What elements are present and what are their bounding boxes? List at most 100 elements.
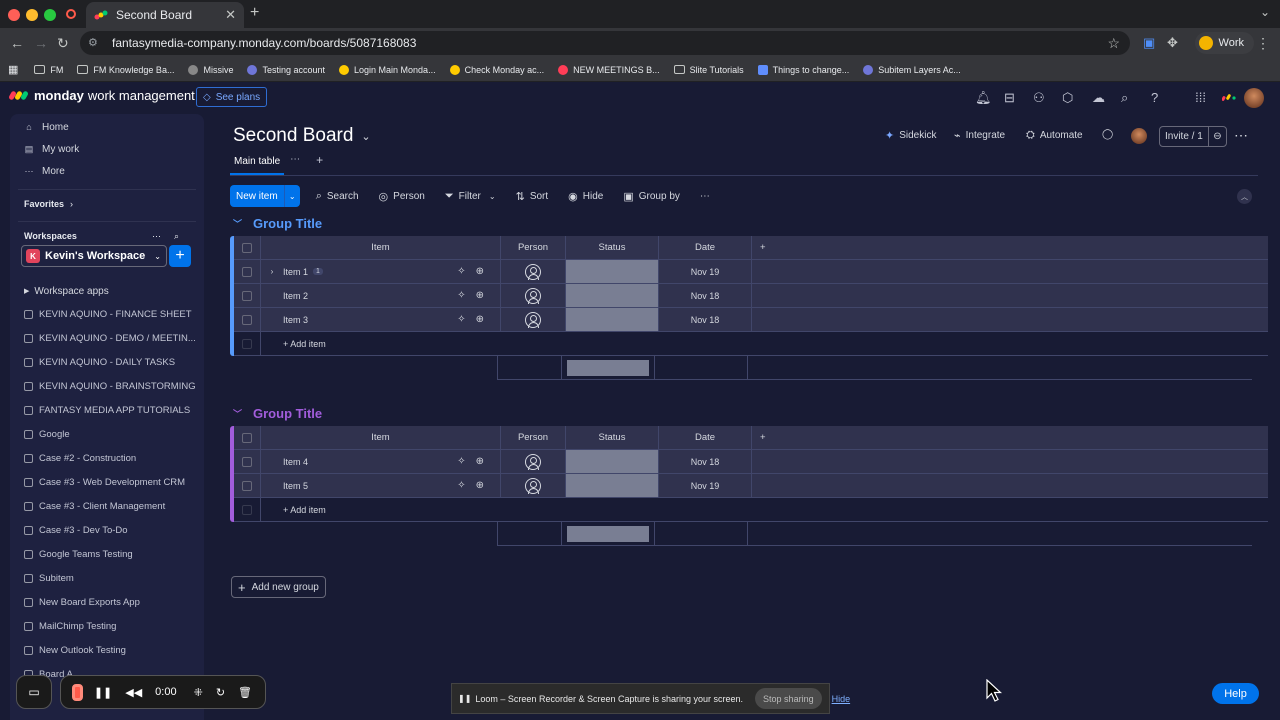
sidebar-board-item[interactable]: FANTASY MEDIA APP TUTORIALS [10, 398, 204, 422]
row-checkbox[interactable] [234, 260, 261, 284]
item-cell[interactable]: Item 2 ✧ ⊕ [261, 284, 501, 308]
apps-grid-icon[interactable]: ▦ [8, 63, 18, 76]
bookmark-item[interactable]: Missive [188, 64, 233, 75]
integrate-button[interactable]: ⌁ Integrate [954, 129, 1005, 142]
status-cell[interactable] [566, 450, 659, 474]
extension-icon[interactable]: ▣ [1143, 35, 1155, 51]
table-row[interactable]: Item 3 ✧ ⊕ Nov 18 [230, 308, 1268, 332]
toolbar-more-icon[interactable]: ⋯ [700, 191, 710, 202]
new-item-button[interactable]: New item ⌄ [230, 185, 300, 207]
favorites-header[interactable]: Favorites › [10, 194, 204, 214]
date-cell[interactable]: Nov 18 [659, 284, 752, 308]
close-tab-icon[interactable]: ✕ [225, 7, 236, 23]
back-icon[interactable]: ← [10, 35, 24, 51]
bookmark-item[interactable]: Subitem Layers Ac... [863, 64, 961, 75]
trash-icon[interactable]: 🗑︎ [238, 686, 252, 699]
stop-recording-button[interactable] [72, 683, 83, 701]
table-row[interactable]: Item 5 ✧ ⊕ Nov 19 [230, 474, 1268, 498]
see-plans-button[interactable]: ◇ See plans [196, 87, 268, 107]
sidekick-button[interactable]: ✦ Sidekick [885, 129, 936, 142]
sidebar-board-item[interactable]: KEVIN AQUINO - DAILY TASKS [10, 350, 204, 374]
hide-button[interactable]: ◉ Hide [568, 190, 603, 203]
item-cell[interactable]: › Item 1 1 ✧ ⊕ [261, 260, 501, 284]
chevron-down-icon[interactable]: ﹀ [233, 217, 242, 230]
person-cell[interactable] [501, 260, 566, 284]
address-bar[interactable]: ⚙ fantasymedia-company.monday.com/boards… [80, 31, 1130, 55]
bookmark-item[interactable]: Things to change... [757, 64, 849, 75]
table-row[interactable]: › Item 1 1 ✧ ⊕ Nov 19 [230, 260, 1268, 284]
item-cell[interactable]: Item 5 ✧ ⊕ [261, 474, 501, 498]
workspace-selector[interactable]: K Kevin's Workspace ⌄ [21, 245, 167, 267]
item-name[interactable]: Item 5 [283, 481, 308, 491]
column-header-date[interactable]: Date [659, 426, 752, 450]
group-title[interactable]: ﹀ Group Title [233, 406, 322, 421]
item-cell[interactable]: Item 4 ✧ ⊕ [261, 450, 501, 474]
item-name[interactable]: Item 1 [283, 267, 308, 277]
add-item-input[interactable]: + Add item [261, 498, 1268, 522]
browser-menu-icon[interactable]: ⋮ [1256, 35, 1270, 52]
item-name[interactable]: Item 4 [283, 457, 308, 467]
apps-marketplace-icon[interactable]: ⬡ [1062, 90, 1073, 106]
help-icon[interactable]: ? [1151, 90, 1158, 105]
sidebar-board-item[interactable]: Subitem [10, 566, 204, 590]
bookmark-star-icon[interactable]: ☆ [1107, 35, 1120, 52]
view-options-icon[interactable]: ⋯ [290, 154, 300, 165]
column-header-date[interactable]: Date [659, 236, 752, 260]
chevron-down-icon[interactable]: ⌄ [283, 185, 300, 207]
copy-link-icon[interactable]: ⊖ [1209, 131, 1226, 142]
minimize-window-button[interactable] [26, 9, 38, 21]
pause-icon[interactable]: ❚❚ [94, 686, 112, 699]
updates-icon[interactable]: ◯ [1102, 129, 1113, 140]
date-cell[interactable]: Nov 18 [659, 450, 752, 474]
item-name[interactable]: Item 2 [283, 291, 308, 301]
item-cell[interactable]: Item 3 ✧ ⊕ [261, 308, 501, 332]
site-info-icon[interactable]: ⚙ [88, 36, 102, 50]
sort-button[interactable]: ⇅ Sort [516, 190, 549, 203]
sparkle-ai-icon[interactable]: ✧ [457, 266, 465, 277]
sidebar-board-item[interactable]: Google Teams Testing [10, 542, 204, 566]
restart-icon[interactable]: ↻ [216, 686, 225, 699]
sidebar-board-item[interactable]: New Outlook Testing [10, 638, 204, 662]
add-column-icon[interactable]: + [752, 426, 1268, 450]
draw-icon[interactable]: ⁜ [194, 686, 203, 699]
row-checkbox[interactable] [234, 450, 261, 474]
date-cell[interactable]: Nov 19 [659, 260, 752, 284]
add-view-icon[interactable]: + [316, 153, 323, 167]
person-cell[interactable] [501, 284, 566, 308]
chevron-down-icon[interactable]: ﹀ [233, 407, 242, 420]
status-cell[interactable] [566, 474, 659, 498]
sidebar-board-item[interactable]: Case #3 - Web Development CRM [10, 470, 204, 494]
sidebar-board-item[interactable]: Case #3 - Dev To-Do [10, 518, 204, 542]
sidebar-board-item[interactable]: New Board Exports App [10, 590, 204, 614]
bookmark-item[interactable]: Slite Tutorials [673, 65, 744, 75]
collapse-header-icon[interactable]: ︿ [1237, 189, 1252, 204]
bookmark-item[interactable]: FM Knowledge Ba... [77, 65, 174, 75]
search-icon[interactable]: ⌕ [1121, 90, 1128, 106]
status-cell[interactable] [566, 308, 659, 332]
browser-tab[interactable]: Second Board ✕ [86, 2, 244, 28]
add-update-icon[interactable]: ⊕ [476, 266, 484, 277]
rewind-icon[interactable]: ◀◀ [125, 686, 142, 699]
sidebar-board-item[interactable]: Case #2 - Construction [10, 446, 204, 470]
inbox-icon[interactable]: ⊟ [1004, 90, 1015, 106]
invite-members-icon[interactable]: ⚇ [1033, 90, 1045, 106]
sidebar-item-home[interactable]: ⌂ Home [10, 116, 204, 138]
bookmark-item[interactable]: Check Monday ac... [449, 64, 544, 75]
date-cell[interactable]: Nov 18 [659, 308, 752, 332]
group-title[interactable]: ﹀ Group Title [233, 216, 322, 231]
column-header-status[interactable]: Status [566, 236, 659, 260]
user-avatar[interactable] [1244, 88, 1264, 108]
sparkle-ai-icon[interactable]: ✧ [457, 314, 465, 325]
bookmark-item[interactable]: Testing account [247, 64, 325, 75]
status-cell[interactable] [566, 260, 659, 284]
stop-sharing-button[interactable]: Stop sharing [755, 688, 822, 709]
board-member-avatar[interactable] [1131, 128, 1147, 144]
tab-search-icon[interactable]: ⌄ [1260, 5, 1270, 19]
sidebar-board-item[interactable]: Case #3 - Client Management [10, 494, 204, 518]
app-logo[interactable]: monday work management [8, 88, 195, 103]
row-checkbox[interactable] [234, 284, 261, 308]
sidebar-board-item[interactable]: MailChimp Testing [10, 614, 204, 638]
automate-button[interactable]: ⛭ Automate [1026, 129, 1083, 142]
add-update-icon[interactable]: ⊕ [476, 480, 484, 491]
workspace-apps-toggle[interactable]: ▶ Workspace apps [10, 280, 204, 302]
